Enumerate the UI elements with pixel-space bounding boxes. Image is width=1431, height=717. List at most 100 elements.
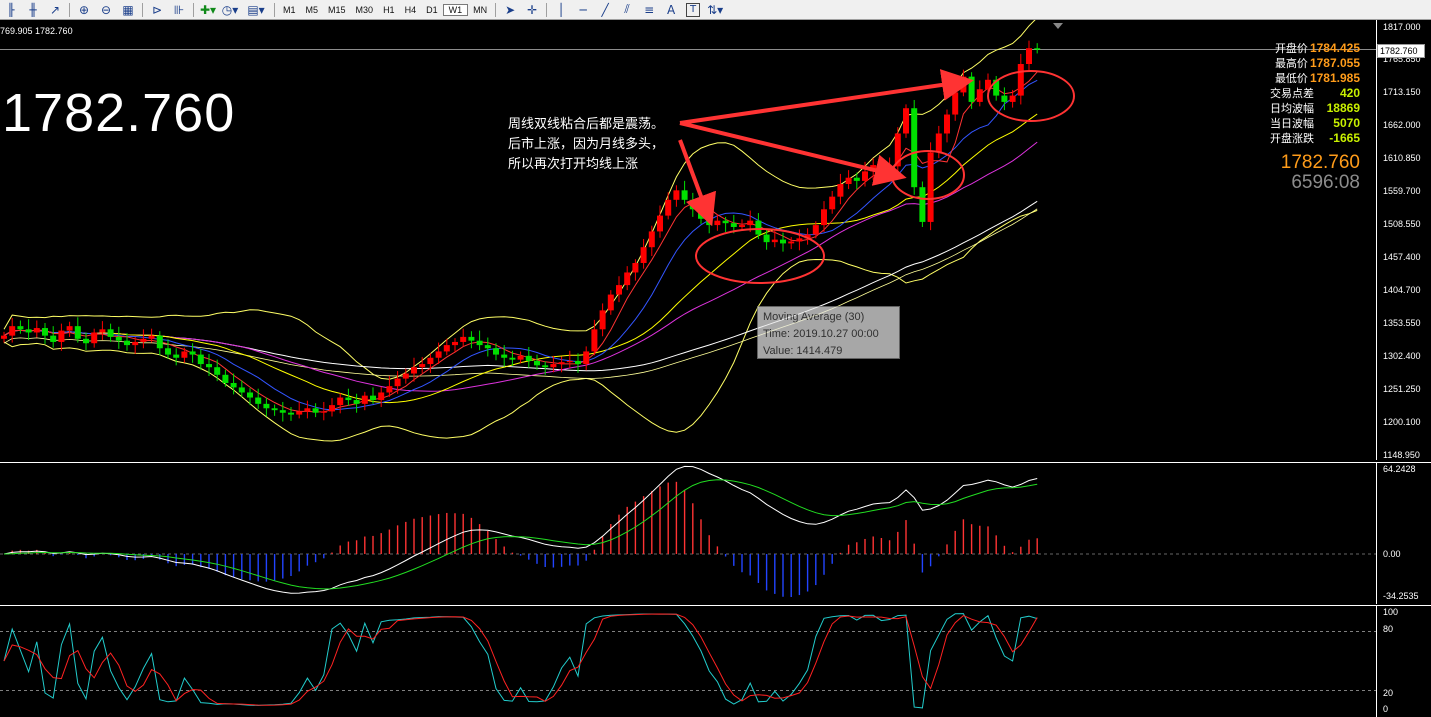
candle-body	[427, 357, 434, 365]
candle-body	[386, 386, 393, 393]
stochastic-pane[interactable]	[0, 605, 1376, 717]
timeframe-mn[interactable]: MN	[468, 5, 492, 15]
candle-body	[689, 199, 696, 210]
indicators-icon[interactable]: ✚▾	[197, 1, 219, 18]
candle-body	[640, 247, 647, 263]
info-value: 420	[1339, 85, 1360, 100]
crosshair-icon[interactable]: ✛	[521, 1, 543, 18]
cursor-icon[interactable]: ➤	[499, 1, 521, 18]
tile-windows-icon[interactable]: ▦	[117, 1, 139, 18]
price-tick: 1353.550	[1383, 318, 1421, 328]
ohlc-header: 769.905 1782.760	[0, 26, 73, 36]
trendline-icon[interactable]: ╱	[594, 1, 616, 18]
price-tick: 1251.250	[1383, 384, 1421, 394]
info-row: 开盘价 1784.425	[1240, 40, 1360, 55]
candle-body	[796, 238, 803, 242]
macd-pane[interactable]	[0, 462, 1376, 604]
price-tick: 1713.150	[1383, 87, 1421, 97]
candle-body	[263, 403, 270, 409]
price-tick: 1404.700	[1383, 285, 1421, 295]
candle-body	[443, 345, 450, 352]
price-tick: 1148.950	[1383, 450, 1420, 460]
candle-body	[903, 108, 909, 134]
candle-body	[919, 187, 926, 222]
candle-body	[927, 152, 934, 222]
candle-body	[673, 190, 680, 200]
zoom-out-icon[interactable]: ⊖	[95, 1, 117, 18]
vertical-line-icon[interactable]: │	[550, 1, 572, 18]
info-value: 1787.055	[1309, 55, 1360, 70]
candlestick-icon[interactable]: ╫	[22, 1, 44, 18]
timeframe-d1[interactable]: D1	[421, 5, 443, 15]
info-value: -1665	[1329, 130, 1360, 145]
info-row: 日均波幅 18869	[1240, 100, 1360, 115]
candle-body	[279, 410, 286, 413]
price-tick: 1508.550	[1383, 219, 1421, 229]
templates-icon[interactable]: ▤▾	[241, 1, 271, 18]
info-value: 1781.985	[1309, 70, 1360, 85]
candle-body	[247, 392, 253, 398]
candle-body	[222, 374, 229, 384]
timeframe-m30[interactable]: M30	[351, 5, 379, 15]
annotation-line: 所以再次打开均线上涨	[508, 157, 639, 172]
zoom-in-icon[interactable]: ⊕	[73, 1, 95, 18]
candle-body	[345, 397, 352, 401]
candle-body	[107, 329, 114, 337]
candle-body	[435, 351, 442, 358]
info-label: 当日波幅	[1270, 116, 1314, 130]
candle-body	[534, 360, 540, 366]
chart-shift-icon[interactable]: ⊪	[168, 1, 190, 18]
macd-line	[3, 465, 1038, 594]
fibonacci-icon[interactable]: ≡	[638, 1, 660, 18]
annotation-circle	[695, 228, 825, 284]
toolbar-separator	[69, 2, 70, 17]
candle-body	[550, 364, 557, 368]
stoch-d-line	[3, 613, 1038, 706]
bar-chart-icon[interactable]: ╟	[0, 1, 22, 18]
periods-icon[interactable]: ◷▾	[219, 1, 241, 18]
candle-body	[501, 354, 508, 358]
candle-body	[821, 209, 827, 226]
macd-tick: 0.00	[1383, 549, 1401, 559]
candle-body	[542, 365, 549, 368]
candle-body	[558, 362, 565, 365]
candle-body	[722, 220, 729, 224]
timeframe-w1[interactable]: W1	[442, 3, 469, 16]
arrows-icon[interactable]: ⇅▾	[704, 1, 726, 18]
timeframe-group: M1 M5 M15 M30 H1 H4 D1 W1 MN	[278, 3, 492, 16]
info-row: 最低价 1781.985	[1240, 70, 1360, 85]
candle-body	[591, 329, 598, 352]
toolbar-separator	[495, 2, 497, 17]
macd-signal-line	[3, 479, 1038, 590]
candle-body	[681, 190, 688, 200]
candle-body	[206, 364, 212, 368]
candle-body	[33, 328, 40, 333]
candle-body	[698, 209, 704, 219]
candle-body	[476, 340, 483, 346]
candle-body	[320, 411, 327, 413]
info-panel: 开盘价 1784.425 最高价 1787.055 最低价 1781.985 交易点差 420…	[1240, 40, 1360, 145]
timeframe-m5[interactable]: M5	[301, 5, 324, 15]
candle-body	[288, 412, 294, 415]
horizontal-line-icon[interactable]: ─	[572, 1, 594, 18]
timeframe-h1[interactable]: H1	[378, 5, 400, 15]
stoch-tick: 0	[1383, 704, 1389, 714]
text-label-icon[interactable]: T	[686, 2, 701, 17]
candle-body	[238, 387, 245, 393]
candle-body	[312, 408, 319, 413]
equidistant-channel-icon[interactable]: ⫽	[616, 1, 638, 18]
auto-scroll-icon[interactable]: ⊳	[146, 1, 168, 18]
timeframe-m1[interactable]: M1	[278, 5, 301, 15]
candle-body	[402, 373, 409, 379]
candle-body	[140, 338, 147, 342]
price-tick: 1817.000	[1383, 22, 1421, 32]
candle-body	[812, 225, 819, 235]
timeframe-m15[interactable]: M15	[323, 5, 351, 15]
macd-chart-svg	[0, 465, 1376, 598]
candle-body	[468, 336, 475, 341]
text-icon[interactable]: A	[660, 1, 682, 18]
timeframe-h4[interactable]: H4	[400, 5, 422, 15]
candle-body	[66, 326, 73, 331]
line-chart-icon[interactable]: ↗	[44, 1, 66, 18]
candle-body	[706, 218, 713, 226]
